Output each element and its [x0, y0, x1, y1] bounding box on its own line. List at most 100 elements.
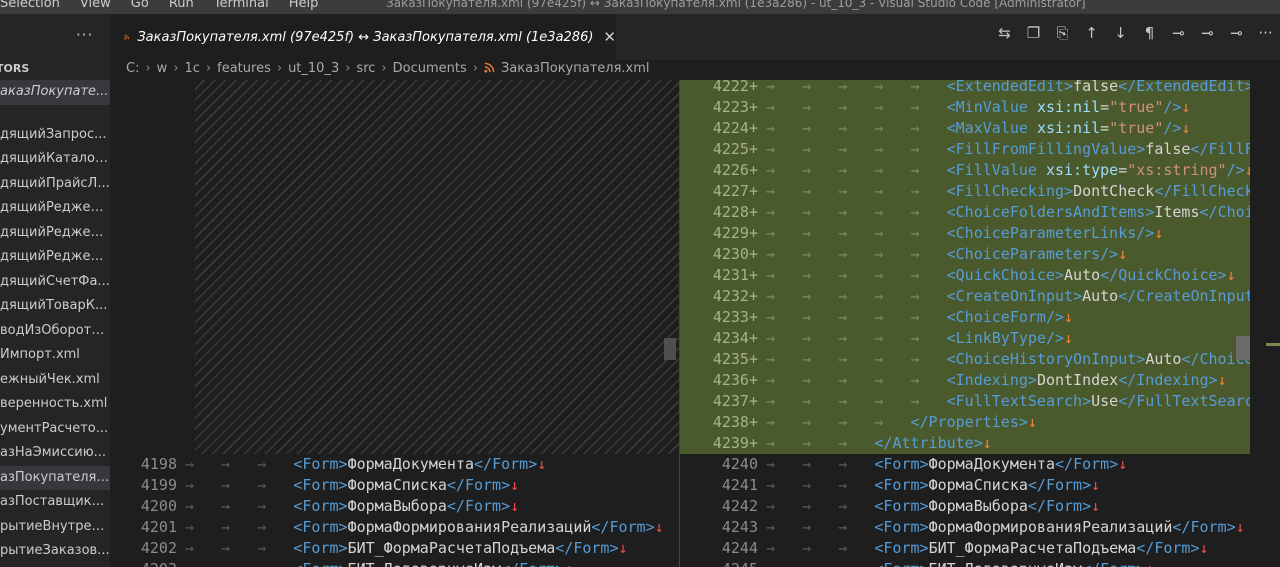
right-scrollbar-thumb[interactable] — [1236, 336, 1250, 360]
sidebar-file-item[interactable]: дящийРеджект... — [0, 196, 110, 221]
sidebar-file-item[interactable]: дящийРеджект... — [0, 245, 110, 270]
tag-name: Form — [1045, 497, 1083, 515]
inserted-code-line[interactable]: 4234+ → → → → → <LinkByType/>↓ — [680, 328, 1250, 349]
code-line[interactable]: 4201 → → → <Form>ФормаФормированияРеализа… — [110, 517, 680, 538]
tag-name: Form — [492, 455, 529, 473]
tag-bracket: > — [1082, 497, 1092, 515]
sidebar-file-item[interactable]: Импорт.xml — [0, 343, 110, 368]
breadcrumb-segment[interactable]: ut_10_3 — [288, 61, 339, 76]
inserted-code-line[interactable]: 4227+ → → → → → <FillChecking>DontCheck</… — [680, 181, 1250, 202]
arrow-up-icon[interactable]: ↑ — [1077, 24, 1106, 42]
inserted-code-line[interactable]: 4225+ → → → → → <FillFromFillingValue>fal… — [680, 139, 1250, 160]
sidebar-file-item[interactable]: рытиеВнутрен... — [0, 515, 110, 540]
sidebar-file-item[interactable]: азПоставщику.... — [0, 490, 110, 515]
menu-item-view[interactable]: View — [70, 0, 121, 11]
more-icon[interactable]: ··· — [1251, 24, 1280, 42]
more-actions-icon[interactable]: ··· — [76, 26, 93, 44]
menu-item-terminal[interactable]: Terminal — [204, 0, 279, 11]
code-line[interactable]: 4242 → → → <Form>ФормаВыбора</Form>↓ — [680, 496, 1250, 517]
open-editors-section[interactable]: TORS — [0, 62, 29, 75]
breadcrumb-segment[interactable]: C: — [126, 61, 139, 76]
sidebar-file-item[interactable]: дящийКаталог... — [0, 147, 110, 172]
tag-bracket: > — [919, 476, 929, 494]
code-line[interactable]: 4245 → → → <Form>БИТ_ДоговорныеИзм</Form>… — [680, 559, 1250, 567]
inserted-code-line[interactable]: 4237+ → → → → → <FullTextSearch>Use</Full… — [680, 391, 1250, 412]
tag-bracket: > — [973, 434, 983, 452]
breadcrumb-segment[interactable]: ЗаказПокупателя.xml — [501, 61, 650, 76]
diff-modified-pane[interactable]: 4222+ → → → → → <ExtendedEdit>false</Exte… — [680, 80, 1250, 567]
inserted-code-line[interactable]: 4231+ → → → → → <QuickChoice>Auto</QuickC… — [680, 265, 1250, 286]
left-scrollbar-thumb[interactable] — [664, 338, 676, 360]
code-line[interactable]: 4244 → → → <Form>БИТ_ФормаРасчетаПодъема<… — [680, 538, 1250, 559]
prev-change-icon[interactable]: ⊸ — [1164, 24, 1193, 42]
code-line[interactable]: 4198 → → → <Form>ФормаДокумента</Form>↓ — [110, 454, 680, 475]
diff-original-pane[interactable]: 4198 → → → <Form>ФормаДокумента</Form>↓ 41… — [110, 80, 680, 567]
code-line[interactable]: 4199 → → → <Form>ФормаСписка</Form>↓ — [110, 475, 680, 496]
whitespace-icon[interactable]: ¶ — [1135, 24, 1164, 42]
breadcrumb-segment[interactable]: Documents — [393, 61, 467, 76]
swap-icon[interactable]: ⇆ — [990, 24, 1019, 42]
indent-guide: → → → — [766, 539, 875, 557]
inserted-code-line[interactable]: 4224+ → → → → → <MaxValue xsi:nil="true"/… — [680, 118, 1250, 139]
inserted-code-line[interactable]: 4235+ → → → → → <ChoiceHistoryOnInput>Aut… — [680, 349, 1250, 370]
code-text: → → → <Form>БИТ_ДоговорныеИзм</Form>↓ — [766, 559, 1154, 567]
sidebar-file-item[interactable]: ежныйЧек.xml — [0, 368, 110, 393]
sidebar-file-item[interactable]: веренность.xml — [0, 392, 110, 417]
breadcrumb-segment[interactable]: features — [217, 61, 271, 76]
inserted-code-line[interactable]: 4228+ → → → → → <ChoiceFoldersAndItems>It… — [680, 202, 1250, 223]
code-line[interactable]: 4241 → → → <Form>ФормаСписка</Form>↓ — [680, 475, 1250, 496]
sidebar-file-item[interactable]: дящийЗапрос... — [0, 123, 110, 148]
inserted-code-line[interactable]: 4223+ → → → → → <MinValue xsi:nil="true"/… — [680, 97, 1250, 118]
tab-diff-zakaz[interactable]: ЗаказПокупателя.xml (97e425f) ↔ ЗаказПок… — [110, 14, 616, 60]
tag-bracket: > — [1064, 182, 1074, 200]
sidebar-file-item[interactable]: рытиеЗаказов... — [0, 539, 110, 564]
inserted-code-line[interactable]: 4226+ → → → → → <FillValue xsi:type="xs:s… — [680, 160, 1250, 181]
menu-item-selection[interactable]: Selection — [0, 0, 70, 11]
menu-item-help[interactable]: Help — [279, 0, 329, 11]
inserted-code-line[interactable]: 4238+ → → → → </Properties>↓ — [680, 412, 1250, 433]
breadcrumb-segment[interactable]: w — [157, 61, 168, 76]
code-line[interactable]: 4202 → → → <Form>БИТ_ФормаРасчетаПодъема<… — [110, 538, 680, 559]
tag-name: Form — [1073, 455, 1110, 473]
sidebar-file-item[interactable]: дящийСчетФа... — [0, 270, 110, 295]
tag-bracket: > — [1226, 518, 1236, 536]
inserted-code-line[interactable]: 4222+ → → → → → <ExtendedEdit>false</Exte… — [680, 80, 1250, 97]
line-number: 4244 — [721, 539, 758, 557]
inserted-code-line[interactable]: 4230+ → → → → → <ChoiceParameters/>↓ — [680, 244, 1250, 265]
code-line[interactable]: 4243 → → → <Form>ФормаФормированияРеализа… — [680, 517, 1250, 538]
sidebar-file-item[interactable]: дящийРеджект... — [0, 221, 110, 246]
tag-bracket: </ — [1154, 182, 1173, 200]
code-line[interactable]: 4240 → → → <Form>ФормаДокумента</Form>↓ — [680, 454, 1250, 475]
menu-item-go[interactable]: Go — [121, 0, 159, 11]
open-file-icon[interactable]: ❐ — [1019, 24, 1048, 42]
tag-name: LinkByType — [955, 329, 1046, 347]
inserted-code-line[interactable]: 4233+ → → → → → <ChoiceForm/>↓ — [680, 307, 1250, 328]
code-line[interactable]: 4203 → → → <Form>БИТ_ДоговорныеИзм</Form>… — [110, 559, 680, 567]
close-icon[interactable]: ✕ — [603, 28, 616, 46]
arrow-down-icon[interactable]: ↓ — [1106, 24, 1135, 42]
menu-item-run[interactable]: Run — [159, 0, 204, 11]
copy-icon[interactable]: ⎘ — [1048, 24, 1077, 42]
open-editor-item[interactable]: аказПокупате... — [0, 80, 110, 105]
inserted-code-line[interactable]: 4236+ → → → → → <Indexing>DontIndex</Inde… — [680, 370, 1250, 391]
sidebar-file-item[interactable]: ументРасчето... — [0, 417, 110, 442]
code-line[interactable]: 4200 → → → <Form>ФормаВыбора</Form>↓ — [110, 496, 680, 517]
next-change-icon[interactable]: ⊸ — [1222, 24, 1251, 42]
sidebar-file-item[interactable]: азПокупателя.... — [0, 465, 110, 490]
tag-name: Form — [1045, 476, 1083, 494]
sidebar-file-item[interactable]: дящийТоварК... — [0, 294, 110, 319]
breadcrumb-segment[interactable]: src — [356, 61, 375, 76]
inserted-code-line[interactable]: 4229+ → → → → → <ChoiceParameterLinks/>↓ — [680, 223, 1250, 244]
left-code-lines: 4198 → → → <Form>ФормаДокумента</Form>↓ 41… — [110, 454, 680, 567]
tag-bracket: > — [1018, 413, 1028, 431]
sidebar-file-item[interactable]: водИзОборота... — [0, 319, 110, 344]
sidebar-file-item[interactable]: азНаЭмиссию... — [0, 441, 110, 466]
tag-value: ФормаВыбора — [347, 497, 447, 515]
sidebar-file-item[interactable]: дящийПрайсЛ... — [0, 172, 110, 197]
breadcrumb-segment[interactable]: 1c — [185, 61, 200, 76]
tag-value: ФормаФормированияРеализаций — [347, 518, 592, 536]
inserted-code-line[interactable]: 4232+ → → → → → <CreateOnInput>Auto</Crea… — [680, 286, 1250, 307]
revert-icon[interactable]: ⊸ — [1193, 24, 1222, 42]
eol-icon: ↓ — [1027, 413, 1037, 431]
inserted-code-line[interactable]: 4239+ → → → </Attribute>↓ — [680, 433, 1250, 454]
